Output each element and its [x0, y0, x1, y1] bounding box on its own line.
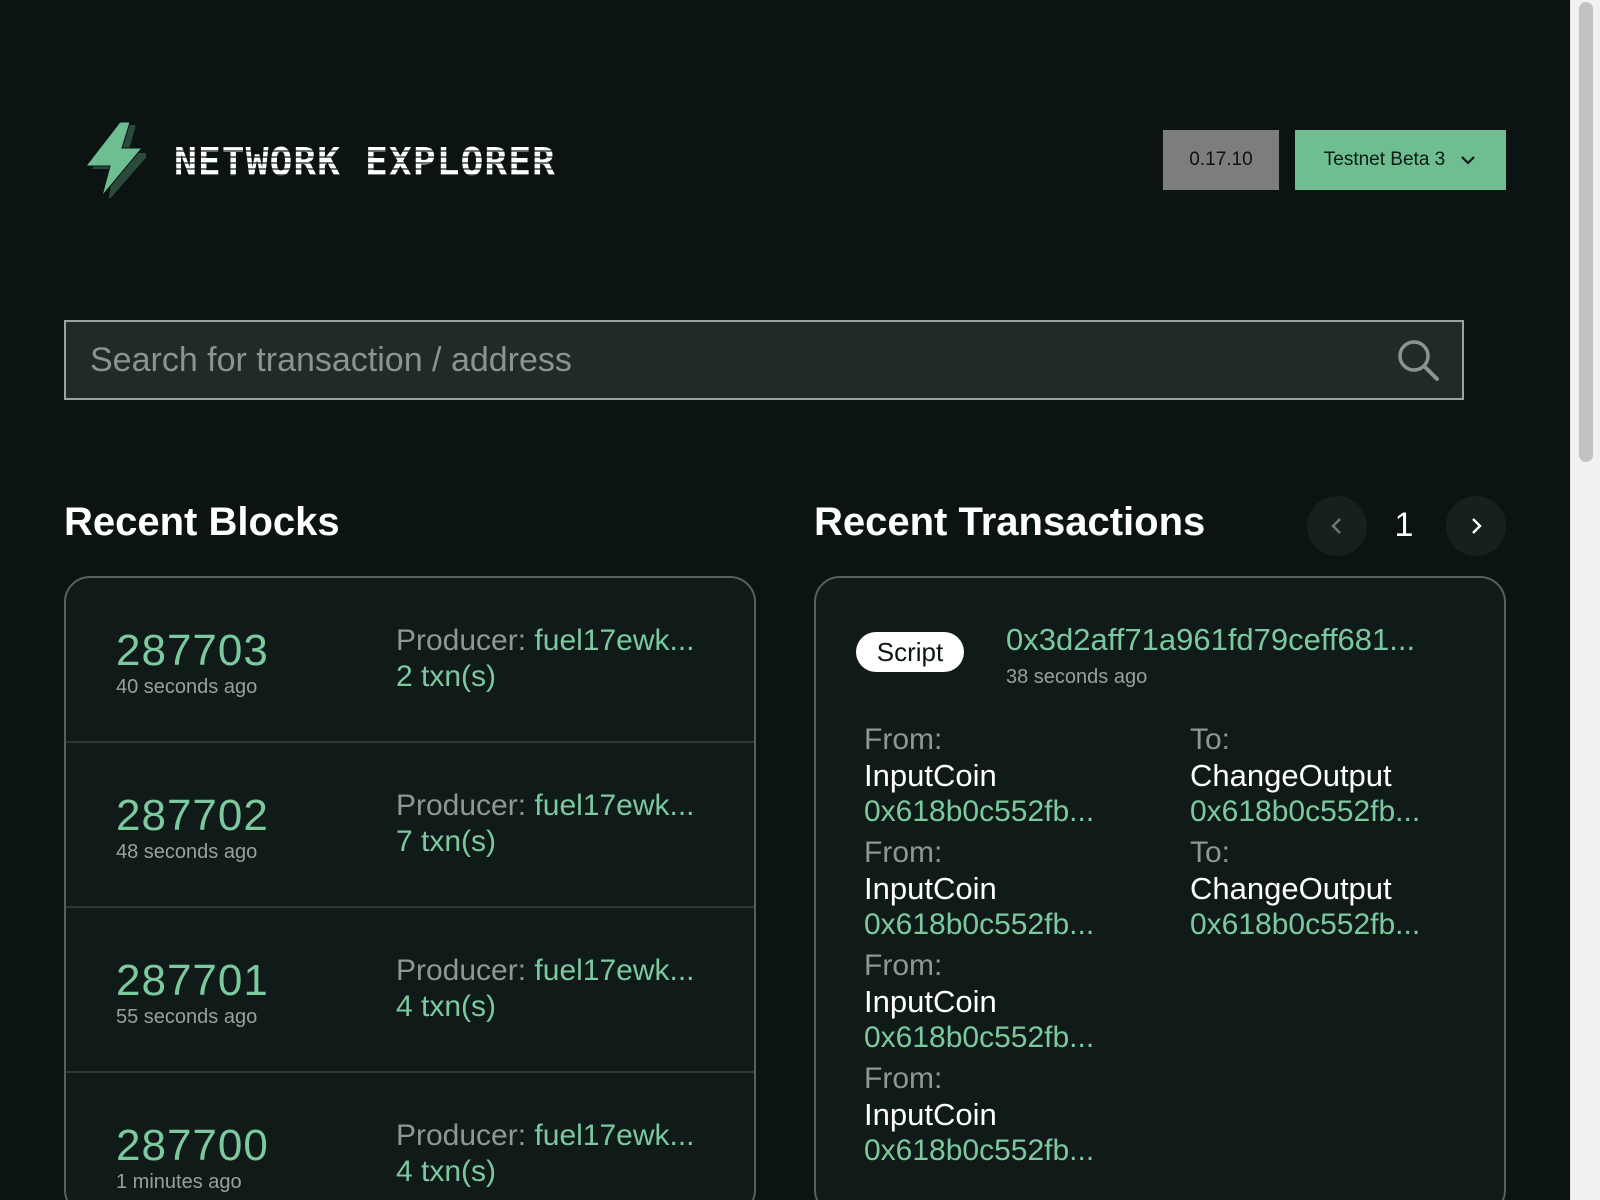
block-time: 48 seconds ago — [116, 841, 258, 863]
block-txn-count: 7 txn(s) — [396, 825, 497, 858]
next-page-button[interactable] — [1446, 496, 1506, 556]
block-time: 40 seconds ago — [116, 676, 258, 698]
block-producer: Producer: fuel17ewk... — [396, 954, 695, 988]
chevron-right-icon — [1472, 518, 1482, 534]
block-row[interactable]: 287700 1 minutes ago Producer: fuel17ewk… — [66, 1073, 754, 1200]
block-row[interactable]: 287702 48 seconds ago Producer: fuel17ew… — [66, 743, 754, 908]
output-address[interactable]: 0x618b0c552fb... — [1190, 907, 1420, 943]
network-select-button[interactable]: Testnet Beta 3 — [1295, 130, 1506, 190]
tx-type-label: Script — [876, 636, 944, 667]
tx-inputs: From: InputCoin 0x618b0c552fb... From: I… — [864, 722, 1094, 1174]
block-number[interactable]: 287702 — [116, 791, 269, 841]
tx-input: From: InputCoin 0x618b0c552fb... — [864, 948, 1094, 1061]
input-address[interactable]: 0x618b0c552fb... — [864, 794, 1094, 830]
tx-input: From: InputCoin 0x618b0c552fb... — [864, 1061, 1094, 1174]
block-producer: Producer: fuel17ewk... — [396, 1119, 695, 1153]
tx-outputs: To: ChangeOutput 0x618b0c552fb... To: Ch… — [1190, 722, 1420, 948]
producer-label: Producer: — [396, 954, 527, 987]
tx-input: From: InputCoin 0x618b0c552fb... — [864, 722, 1094, 835]
version-badge: 0.17.10 — [1163, 130, 1279, 190]
block-number[interactable]: 287703 — [116, 626, 269, 676]
search-icon[interactable] — [1396, 338, 1440, 382]
producer-address[interactable]: fuel17ewk... — [534, 1119, 694, 1152]
block-txn-count: 2 txn(s) — [396, 660, 497, 693]
producer-address[interactable]: fuel17ewk... — [534, 789, 694, 822]
input-kind: InputCoin — [864, 984, 997, 1019]
logo-bolt-icon — [80, 121, 150, 201]
previous-page-button[interactable] — [1307, 496, 1367, 556]
producer-label: Producer: — [396, 1119, 527, 1152]
block-time: 55 seconds ago — [116, 1006, 258, 1028]
input-address[interactable]: 0x618b0c552fb... — [864, 1133, 1094, 1169]
to-label: To: — [1190, 836, 1231, 869]
from-label: From: — [864, 723, 943, 756]
block-producer: Producer: fuel17ewk... — [396, 624, 695, 658]
output-kind: ChangeOutput — [1190, 871, 1392, 906]
chevron-down-icon — [1461, 156, 1476, 165]
producer-address[interactable]: fuel17ewk... — [534, 624, 694, 657]
network-label: Testnet Beta 3 — [1323, 149, 1446, 170]
tx-time: 38 seconds ago — [1006, 666, 1148, 688]
page-scrollbar[interactable] — [1570, 0, 1600, 1200]
version-label: 0.17.10 — [1189, 149, 1253, 170]
recent-transactions-panel: Script 0x3d2aff71a961fd79ceff681... 38 s… — [814, 576, 1506, 1200]
block-txn-count: 4 txn(s) — [396, 990, 497, 1023]
output-address[interactable]: 0x618b0c552fb... — [1190, 794, 1420, 830]
block-producer: Producer: fuel17ewk... — [396, 789, 695, 823]
input-kind: InputCoin — [864, 758, 997, 793]
search-bar — [64, 320, 1464, 400]
block-time: 1 minutes ago — [116, 1171, 242, 1193]
input-address[interactable]: 0x618b0c552fb... — [864, 907, 1094, 943]
scrollbar-thumb[interactable] — [1579, 2, 1593, 462]
block-number[interactable]: 287701 — [116, 956, 269, 1006]
app-title: NETWORK EXPLORER — [174, 140, 557, 184]
producer-label: Producer: — [396, 624, 527, 657]
producer-label: Producer: — [396, 789, 527, 822]
input-kind: InputCoin — [864, 871, 997, 906]
block-number[interactable]: 287700 — [116, 1121, 269, 1171]
output-kind: ChangeOutput — [1190, 758, 1392, 793]
block-row[interactable]: 287701 55 seconds ago Producer: fuel17ew… — [66, 908, 754, 1073]
search-input[interactable] — [66, 322, 1396, 398]
recent-transactions-title: Recent Transactions — [814, 500, 1206, 544]
tx-hash-link[interactable]: 0x3d2aff71a961fd79ceff681... — [1006, 622, 1415, 658]
producer-address[interactable]: fuel17ewk... — [534, 954, 694, 987]
tx-output: To: ChangeOutput 0x618b0c552fb... — [1190, 722, 1420, 835]
chevron-left-icon — [1331, 518, 1341, 534]
from-label: From: — [864, 949, 943, 982]
from-label: From: — [864, 1062, 943, 1095]
input-address[interactable]: 0x618b0c552fb... — [864, 1020, 1094, 1056]
input-kind: InputCoin — [864, 1097, 997, 1132]
current-page: 1 — [1394, 506, 1414, 544]
block-txn-count: 4 txn(s) — [396, 1155, 497, 1188]
recent-blocks-panel: 287703 40 seconds ago Producer: fuel17ew… — [64, 576, 756, 1200]
recent-blocks-title: Recent Blocks — [64, 500, 340, 544]
tx-output: To: ChangeOutput 0x618b0c552fb... — [1190, 835, 1420, 948]
block-row[interactable]: 287703 40 seconds ago Producer: fuel17ew… — [66, 578, 754, 743]
tx-input: From: InputCoin 0x618b0c552fb... — [864, 835, 1094, 948]
from-label: From: — [864, 836, 943, 869]
to-label: To: — [1190, 723, 1231, 756]
tx-type-badge: Script — [856, 632, 964, 672]
